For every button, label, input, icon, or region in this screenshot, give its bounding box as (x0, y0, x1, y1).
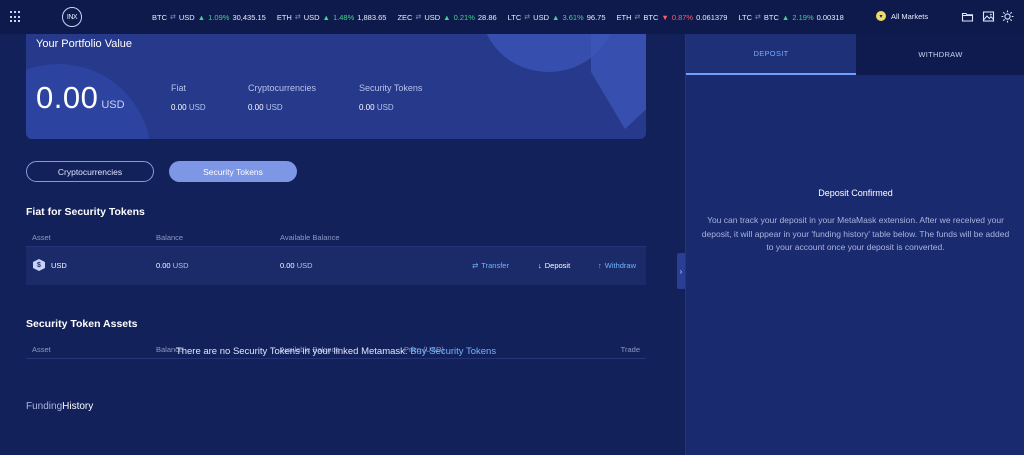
ticker-base: LTC (507, 12, 522, 22)
ticker-base: LTC (738, 12, 753, 22)
ticker-item[interactable]: ETH ⇄ USD ▲ 1.48% 1,883.65 (277, 13, 387, 22)
table-row: $ USD 0.00 USD 0.00 USD ⇄ Transfer ↓ Depos… (26, 247, 646, 285)
portfolio-card: Your Portfolio Value 0.00 USD Fiat 0.00 U… (26, 34, 646, 139)
portfolio-title: Your Portfolio Value (36, 38, 133, 50)
portfolio-total-value: 0.00 USD (36, 80, 125, 116)
ticker-item[interactable]: ZEC ⇄ USD ▲ 0.21% 28.86 (397, 13, 496, 22)
ticker-change: 2.19% (792, 12, 814, 22)
empty-assets-message: There are no Security Tokens in your lin… (26, 346, 646, 357)
swap-icon: ⇄ (415, 14, 422, 21)
ticker-base: ETH (616, 12, 632, 22)
ticker-change: 1.09% (208, 12, 230, 22)
ticker-change: 0.87% (671, 12, 694, 22)
all-markets-button[interactable]: ▾ All Markets (876, 11, 928, 21)
ticker-change: 1.48% (332, 12, 355, 22)
deposit-button[interactable]: ↓ Deposit (538, 261, 570, 270)
download-arrow-icon: ↓ (538, 261, 542, 270)
deposit-confirmed-text: You can track your deposit in your MetaM… (701, 215, 1010, 252)
col-balance: Balance (156, 233, 184, 242)
portfolio-fiat: Fiat 0.00 USD (171, 83, 206, 112)
portfolio-crypto-value: 0.00 USD (248, 103, 283, 112)
swap-icon: ⇄ (524, 14, 531, 21)
ticker-change: 3.61% (562, 12, 584, 22)
all-markets-label: All Markets (891, 11, 929, 21)
ticker-price: 96.75 (586, 12, 606, 22)
portfolio-crypto: Cryptocurrencies 0.00 USD (248, 83, 316, 112)
swap-icon: ⇄ (294, 14, 301, 21)
up-arrow-icon: ▲ (443, 12, 451, 22)
up-arrow-icon: ▲ (197, 12, 206, 22)
ticker-price: 28.86 (477, 12, 497, 22)
up-arrow-icon: ▲ (552, 12, 560, 22)
chevron-right-icon: › (679, 266, 683, 276)
decorative-shape (591, 34, 646, 129)
ticker-quote: USD (178, 12, 195, 22)
ticker-base: ETH (276, 12, 292, 22)
fiat-section-title: Fiat for Security Tokens (26, 206, 145, 218)
image-gallery-icon[interactable] (982, 10, 995, 23)
portfolio-value-currency: USD (101, 99, 125, 111)
up-arrow-icon: ▲ (781, 12, 790, 22)
ticker-quote: USD (303, 12, 320, 22)
portfolio-security-label: Security Tokens (359, 83, 423, 93)
ticker-quote: BTC (763, 12, 779, 22)
ticker-item[interactable]: LTC ⇄ BTC ▲ 2.19% 0.00318 (738, 13, 843, 22)
transfer-button[interactable]: ⇄ Transfer (472, 261, 509, 270)
collapse-panel-button[interactable]: › (677, 253, 685, 289)
portfolio-main: Your Portfolio Value 0.00 USD Fiat 0.00 U… (0, 34, 676, 455)
down-arrow-icon: ▼ (661, 12, 669, 22)
ticker-price: 0.061379 (696, 12, 728, 22)
inx-logo[interactable]: INX (62, 7, 82, 27)
up-arrow-icon: ▲ (322, 12, 330, 22)
ticker-price: 1,883.65 (357, 12, 387, 22)
ticker-item[interactable]: BTC ⇄ USD ▲ 1.09% 30,435.15 (152, 13, 266, 22)
tab-deposit[interactable]: DEPOSIT (686, 34, 856, 75)
swap-icon: ⇄ (170, 14, 176, 21)
ticker-quote: BTC (643, 12, 659, 22)
upload-arrow-icon: ↑ (598, 261, 602, 270)
panel-tabs: DEPOSIT WITHDRAW (686, 34, 1024, 75)
toggle-security-tokens[interactable]: Security Tokens (169, 161, 297, 182)
portfolio-crypto-label: Cryptocurrencies (248, 83, 317, 93)
dollar-coin-icon: $ (33, 259, 45, 271)
portfolio-fiat-value: 0.00 USD (171, 103, 206, 112)
portfolio-fiat-label: Fiat (171, 83, 187, 93)
chevron-down-icon: ▾ (876, 11, 886, 21)
buy-security-tokens-link[interactable]: Buy Security Tokens (410, 346, 496, 357)
tab-withdraw[interactable]: WITHDRAW (856, 34, 1024, 75)
funding-history-title: FundingHistory (26, 401, 94, 412)
swap-icon: ⇄ (755, 14, 761, 21)
deposit-withdraw-panel: DEPOSIT WITHDRAW Deposit Confirmed You c… (685, 34, 1024, 455)
swap-icon: ⇄ (634, 14, 641, 21)
ticker-price: 0.00318 (816, 12, 844, 22)
col-asset: Asset (32, 233, 51, 242)
transfer-icon: ⇄ (472, 261, 479, 270)
portfolio-security-tokens: Security Tokens 0.00 USD (359, 83, 422, 112)
top-bar: INX BTC ⇄ USD ▲ 1.09% 30,435.15 ETH ⇄ US… (0, 0, 1024, 34)
toggle-cryptocurrencies[interactable]: Cryptocurrencies (26, 161, 154, 182)
ticker-item[interactable]: LTC ⇄ USD ▲ 3.61% 96.75 (508, 13, 606, 22)
deposit-confirmed-title: Deposit Confirmed (818, 188, 893, 198)
ticker-item[interactable]: ETH ⇄ BTC ▼ 0.87% 0.061379 (617, 13, 728, 22)
portfolio-security-value: 0.00 USD (359, 103, 394, 112)
ticker-price: 30,435.15 (232, 12, 266, 22)
apps-grid-icon[interactable] (10, 11, 22, 23)
ticker-quote: USD (424, 12, 441, 22)
sun-theme-icon[interactable] (1001, 10, 1014, 23)
ticker-strip: BTC ⇄ USD ▲ 1.09% 30,435.15 ETH ⇄ USD ▲ … (152, 0, 855, 34)
ticker-change: 0.21% (453, 12, 475, 22)
row-balance: 0.00 USD (156, 261, 189, 270)
ticker-quote: USD (533, 12, 550, 22)
ticker-base: ZEC (397, 12, 413, 22)
ticker-base: BTC (152, 12, 167, 22)
row-asset: USD (51, 261, 67, 270)
fiat-table-header: Asset Balance Available Balance (26, 229, 646, 247)
portfolio-value-number: 0.00 (36, 80, 99, 115)
withdraw-button[interactable]: ↑ Withdraw (598, 261, 636, 270)
row-available: 0.00 USD (280, 261, 313, 270)
empty-assets-text: There are no Security Tokens in your lin… (175, 346, 408, 357)
assets-section-title: Security Token Assets (26, 318, 138, 330)
folder-icon[interactable] (961, 10, 974, 23)
col-available-balance: Available Balance (280, 233, 340, 242)
